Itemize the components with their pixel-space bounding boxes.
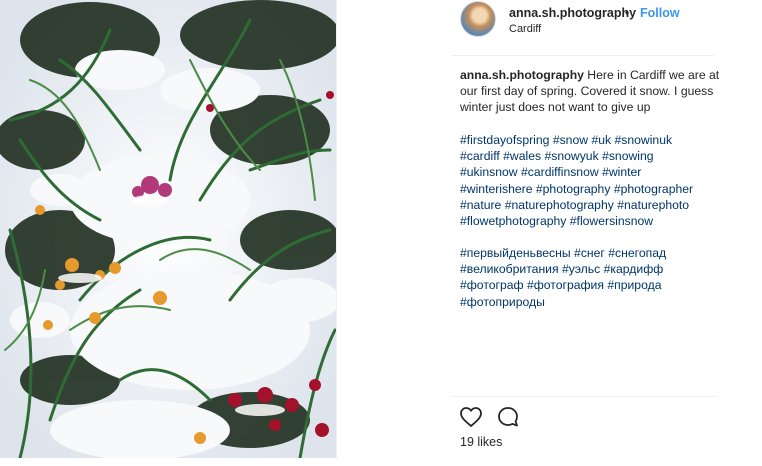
hashtag-link[interactable]: #snowing bbox=[602, 149, 654, 163]
hashtag-link[interactable]: #фотография bbox=[527, 278, 604, 292]
hashtag-link[interactable]: #photography bbox=[536, 182, 611, 196]
hashtag-link[interactable]: #первыйденьвесны bbox=[460, 246, 571, 260]
likes-count[interactable]: 19 likes bbox=[460, 435, 502, 449]
hashtag-line: #nature #naturephotography #naturephoto bbox=[460, 197, 722, 213]
hashtag-link[interactable]: #уэльс bbox=[562, 262, 600, 276]
username-link[interactable]: anna.sh.photography bbox=[509, 6, 636, 20]
hashtag-link[interactable]: #cardiffinsnow bbox=[521, 165, 599, 179]
hashtag-link[interactable]: #wales bbox=[503, 149, 541, 163]
location-link[interactable]: Cardiff bbox=[509, 23, 541, 35]
hashtag-link[interactable]: #flowersinsnow bbox=[570, 214, 653, 228]
hashtag-link[interactable]: #firstdayofspring bbox=[460, 133, 549, 147]
actions-divider bbox=[452, 396, 716, 397]
hashtag-line: #flowetphotography #flowersinsnow bbox=[460, 213, 722, 229]
hashtag-line: #первыйденьвесны #снег #снегопад bbox=[460, 245, 722, 261]
post-caption: anna.sh.photography Here in Cardiff we a… bbox=[460, 67, 720, 116]
follow-button[interactable]: Follow bbox=[640, 6, 680, 20]
hashtag-link[interactable]: #naturephotography bbox=[505, 198, 614, 212]
hashtag-link[interactable]: #winterishere bbox=[460, 182, 532, 196]
hashtag-link[interactable]: #снег bbox=[574, 246, 605, 260]
hashtags-russian: #первыйденьвесны #снег #снегопад #великоб… bbox=[460, 245, 722, 310]
hashtag-line: #фотограф #фотография #природа bbox=[460, 277, 722, 293]
post-header: anna.sh.photography • Follow Cardiff bbox=[452, 0, 714, 56]
hashtag-link[interactable]: #великобритания bbox=[460, 262, 559, 276]
hashtag-link[interactable]: #природа bbox=[607, 278, 661, 292]
hashtag-line: #ukinsnow #cardiffinsnow #winter bbox=[460, 164, 722, 180]
header-separator: • bbox=[625, 6, 630, 20]
hashtag-line: #фотоприроды bbox=[460, 294, 722, 310]
hashtag-link[interactable]: #cardiff bbox=[460, 149, 500, 163]
hashtag-line: #firstdayofspring #snow #uk #snowinuk bbox=[460, 132, 722, 148]
hashtag-link[interactable]: #snow bbox=[553, 133, 588, 147]
hashtag-link[interactable]: #ukinsnow bbox=[460, 165, 518, 179]
hashtag-line: #великобритания #уэльс #кардифф bbox=[460, 261, 722, 277]
hashtag-link[interactable]: #snowinuk bbox=[614, 133, 672, 147]
hashtag-link[interactable]: #nature bbox=[460, 198, 501, 212]
hashtag-link[interactable]: #кардифф bbox=[604, 262, 664, 276]
heart-icon[interactable] bbox=[459, 405, 483, 429]
caption-username-link[interactable]: anna.sh.photography bbox=[460, 68, 584, 82]
hashtag-link[interactable]: #winter bbox=[602, 165, 641, 179]
hashtag-link[interactable]: #naturephoto bbox=[617, 198, 689, 212]
hashtag-link[interactable]: #фотоприроды bbox=[460, 295, 545, 309]
hashtag-link[interactable]: #flowetphotography bbox=[460, 214, 566, 228]
hashtag-link[interactable]: #uk bbox=[591, 133, 611, 147]
post-side-panel: anna.sh.photography • Follow Cardiff ann… bbox=[452, 0, 722, 466]
comment-icon[interactable] bbox=[496, 405, 520, 429]
avatar[interactable] bbox=[460, 1, 496, 37]
snow-flowers-photo bbox=[0, 0, 336, 458]
hashtag-link[interactable]: #снегопад bbox=[608, 246, 666, 260]
hashtag-link[interactable]: #фотограф bbox=[460, 278, 524, 292]
hashtag-link[interactable]: #snowyuk bbox=[544, 149, 598, 163]
hashtags-english: #firstdayofspring #snow #uk #snowinuk #ca… bbox=[460, 132, 722, 229]
hashtag-line: #winterishere #photography #photographer bbox=[460, 181, 722, 197]
post-image[interactable] bbox=[0, 0, 337, 458]
hashtag-line: #cardiff #wales #snowyuk #snowing bbox=[460, 148, 722, 164]
hashtag-link[interactable]: #photographer bbox=[614, 182, 693, 196]
